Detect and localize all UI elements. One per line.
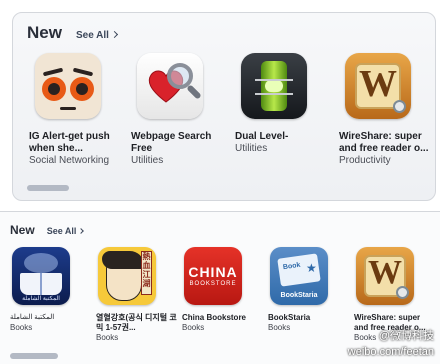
app-category: Books [10, 323, 33, 332]
spirit-level-icon [241, 53, 307, 119]
app-category: Productivity [339, 155, 391, 166]
see-all-label: See All [46, 226, 77, 236]
manga-hero-icon: 熱血江湖 [98, 247, 156, 305]
app-tile[interactable]: W WireShare: super and free reader o... … [339, 53, 439, 167]
chevron-right-icon [110, 30, 118, 39]
app-category: Books [182, 323, 205, 332]
new-apps-section-large: New See All IG Alert-get push when she..… [12, 12, 436, 201]
icon-text: المكتبة الشاملة [22, 296, 60, 302]
chevron-right-icon [78, 228, 85, 234]
app-category: Books [268, 323, 291, 332]
app-category: Social Networking [29, 155, 110, 166]
app-tile[interactable]: 熱血江湖 열혈강호(공식 디지털 코믹 1-57권... Books [96, 247, 182, 343]
app-name: IG Alert-get push when she... [29, 131, 110, 154]
app-category: Utilities [235, 143, 268, 154]
see-all-link[interactable]: See All [46, 226, 85, 236]
app-tile[interactable]: CHINA BOOKSTORE China Bookstore Books [182, 247, 268, 333]
icon-letter: W [359, 63, 397, 105]
china-bookstore-icon: CHINA BOOKSTORE [184, 247, 242, 305]
app-category: Utilities [131, 155, 164, 166]
app-tile[interactable]: IG Alert-get push when she... Social Net… [29, 53, 129, 167]
section-title: New [27, 23, 62, 42]
section-title: New [10, 223, 35, 237]
section-header: New See All [10, 223, 85, 237]
heart-magnifier-icon [137, 53, 203, 119]
see-all-label: See All [75, 30, 109, 41]
watermark-url: weibo.com/feetan [347, 346, 434, 358]
star-icon: ★ [306, 261, 317, 275]
icon-text: BookStaria [280, 292, 318, 299]
app-name: Dual Level- [235, 131, 289, 142]
app-name: Webpage Search Free [131, 131, 212, 154]
app-tile[interactable]: Book ★ BookStaria BookStaria Books [268, 247, 354, 333]
icon-text: 熱血江湖 [141, 251, 152, 295]
cartoon-eyes-icon [35, 53, 101, 119]
icon-subtext: BOOKSTORE [189, 281, 237, 287]
app-name: BookStaria [268, 313, 311, 322]
see-all-link[interactable]: See All [75, 30, 118, 41]
open-book-icon: المكتبة الشاملة [12, 247, 70, 305]
app-tile[interactable]: المكتبة الشاملة المكتبة الشاملة Books [10, 247, 96, 333]
app-name: المكتبة الشاملة [10, 314, 55, 321]
icon-text: CHINA [188, 264, 238, 280]
app-name: 열혈강호(공식 디지털 코믹 1-57권... [96, 313, 177, 332]
horizontal-scrollbar[interactable] [10, 353, 58, 359]
letter-w-tile-icon: W [356, 247, 414, 305]
app-tile[interactable]: Webpage Search Free Utilities [131, 53, 231, 167]
letter-w-tile-icon: W [345, 53, 411, 119]
bookstaria-icon: Book ★ BookStaria [270, 247, 328, 305]
app-name: China Bookstore [182, 313, 247, 322]
section-header: New See All [27, 23, 118, 47]
watermark-handle: @微博科技 [378, 330, 434, 342]
new-apps-section-small: New See All المكتبة الشاملة المكتبة الشا… [0, 211, 440, 364]
app-name: WireShare: super and free reader o... [339, 131, 429, 154]
horizontal-scrollbar[interactable] [27, 185, 69, 191]
app-category: Books [96, 333, 119, 342]
app-tile[interactable]: Dual Level- Utilities [235, 53, 335, 155]
